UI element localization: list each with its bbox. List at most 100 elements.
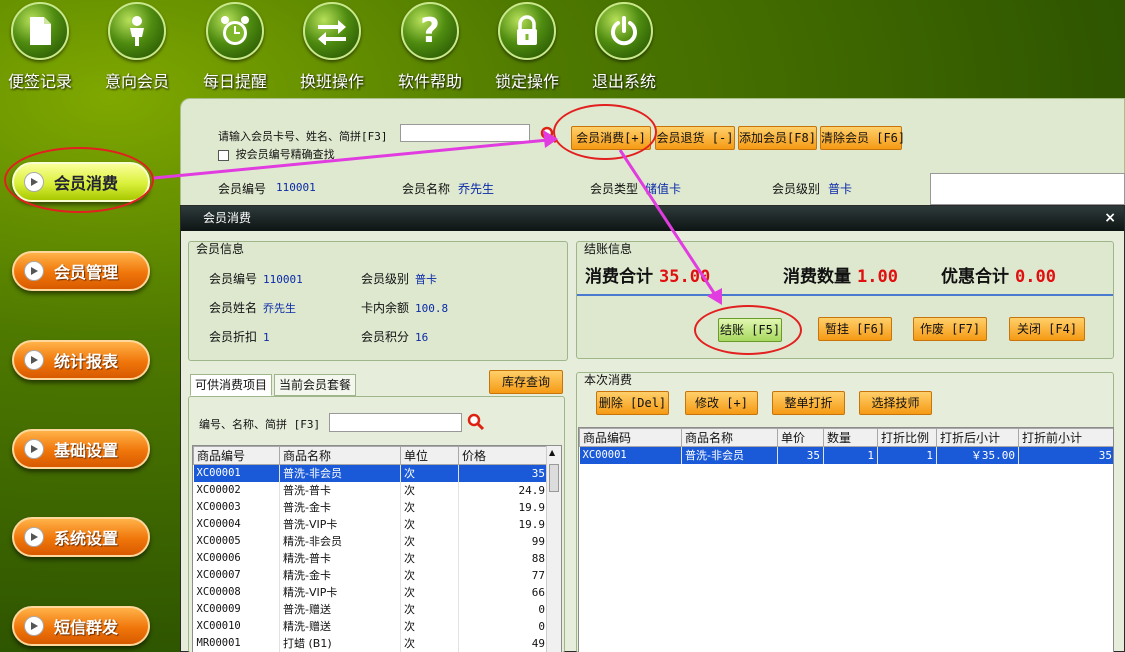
toolbar-lock-button[interactable]: 锁定操作 [487, 2, 567, 92]
table-cell: 次 [400, 464, 459, 482]
column-header[interactable]: 单价 [777, 428, 824, 447]
add-member-button[interactable]: 添加会员[F8] [738, 126, 817, 150]
table-row[interactable]: XC00005 精洗-非会员次 99 [193, 532, 549, 550]
magnifier-icon[interactable] [467, 413, 485, 434]
tab-available-items[interactable]: 可供消费项目 [190, 374, 273, 396]
table-row[interactable]: XC00008 精洗-VIP卡次 66 [193, 583, 549, 601]
sidebar-item-member-manage[interactable]: 会员管理 [12, 251, 150, 291]
table-cell: 普洗-非会员 [279, 464, 401, 482]
qty-label: 消费数量 [783, 267, 851, 287]
group-title: 会员信息 [196, 242, 245, 256]
clear-member-button[interactable]: 清除会员 [F6] [820, 126, 905, 150]
sidebar-item-label: 系统设置 [54, 529, 119, 548]
table-cell: 24.9 [458, 481, 549, 499]
table-cell: 打蜡 (B1) [279, 634, 401, 652]
table-cell: 19.9 [458, 498, 549, 516]
checkout-button[interactable]: 结账 [F5] [718, 318, 782, 342]
total-amount: 消费合计 35.00 [585, 262, 710, 287]
column-header[interactable]: 价格 [458, 446, 549, 465]
member-no-value: 110001 [276, 181, 316, 194]
current-consumption-group: 本次消费 删除 [Del] 修改 [+] 整单打折 选择技师 商品编码 商品名称单… [576, 372, 1114, 652]
table-row[interactable]: XC00006 精洗-普卡次 88 [193, 549, 549, 567]
toolbar-notes-button[interactable]: 便签记录 [0, 2, 80, 92]
edit-button[interactable]: 修改 [+] [685, 391, 758, 415]
tab-member-packages[interactable]: 当前会员套餐 [274, 374, 357, 396]
table-row[interactable]: XC00001 普洗-非会员 35 1 1 ￥35.00 35 [579, 446, 1113, 464]
member-info-group: 会员信息 会员编号 110001 会员级别 普卡 会员姓名 乔先生 卡内余额 100.8… [188, 241, 568, 361]
sidebar-item-label: 会员消费 [54, 174, 119, 193]
scroll-thumb[interactable] [549, 464, 559, 492]
stock-query-button[interactable]: 库存查询 [489, 370, 563, 394]
toolbar-prospect-button[interactable]: 意向会员 [97, 2, 177, 92]
table-cell: 0 [458, 617, 549, 635]
column-header[interactable]: 商品编码 [579, 428, 682, 447]
column-header[interactable]: 商品名称 [279, 446, 401, 465]
table-cell: 35 [777, 446, 824, 464]
magnifier-icon[interactable] [540, 126, 558, 147]
member-search-input[interactable] [400, 124, 530, 142]
items-scrollbar[interactable]: ▲ [546, 446, 561, 652]
table-cell: 次 [400, 532, 459, 550]
toolbar-exit-button[interactable]: 退出系统 [584, 2, 664, 92]
toolbar-label: 退出系统 [591, 72, 656, 91]
column-header[interactable]: 单位 [400, 446, 459, 465]
sidebar-item-basic-settings[interactable]: 基础设置 [12, 429, 150, 469]
table-cell: ￥35.00 [936, 446, 1019, 464]
play-icon [24, 172, 44, 192]
table-row[interactable]: XC00001 普洗-非会员次 35 [193, 464, 549, 482]
toolbar-shift-button[interactable]: 换班操作 [292, 2, 372, 92]
field-label: 会员折扣 [209, 330, 258, 344]
table-row[interactable]: MR00001 打蜡 (B1) 次 49 [193, 634, 549, 652]
divider [577, 294, 1113, 296]
table-row[interactable]: XC00004 普洗-VIP卡次 19.9 [193, 515, 549, 533]
discount-label: 优惠合计 [941, 267, 1009, 287]
table-cell: XC00006 [193, 549, 280, 567]
info-card-balance: 卡内余额 100.8 [361, 299, 448, 316]
select-technician-button[interactable]: 选择技师 [859, 391, 932, 415]
column-header[interactable]: 商品名称 [681, 428, 778, 447]
document-icon [11, 2, 69, 60]
delete-button[interactable]: 删除 [Del] [596, 391, 669, 415]
table-cell: 普洗-赠送 [279, 600, 401, 618]
member-consume-button[interactable]: 会员消费[+] [571, 126, 651, 150]
items-table: 商品编号 商品名称 单位 价格 XC00001 普洗-非会员次 35 XC00002 普洗-普… [192, 445, 562, 652]
swap-arrows-icon [303, 2, 361, 60]
sidebar-item-reports[interactable]: 统计报表 [12, 340, 150, 380]
table-row[interactable]: XC00009 普洗-赠送次 0 [193, 600, 549, 618]
table-cell: 普洗-金卡 [279, 498, 401, 516]
void-button[interactable]: 作废 [F7] [913, 317, 987, 341]
column-header[interactable]: 数量 [823, 428, 878, 447]
scroll-up-icon[interactable]: ▲ [549, 448, 555, 457]
info-member-no: 会员编号 110001 [209, 270, 303, 287]
table-row[interactable]: XC00002 普洗-普卡次 24.9 [193, 481, 549, 499]
table-cell: XC00005 [193, 532, 280, 550]
field-label: 卡内余额 [361, 301, 410, 315]
sidebar-item-system-settings[interactable]: 系统设置 [12, 517, 150, 557]
table-cell: 88 [458, 549, 549, 567]
member-consume-dialog: 会员消费 × 会员信息 会员编号 110001 会员级别 普卡 会员姓名 乔先生 卡内… [180, 205, 1125, 652]
column-header[interactable]: 商品编号 [193, 446, 280, 465]
sidebar-item-sms[interactable]: 短信群发 [12, 606, 150, 646]
field-value: 100.8 [415, 302, 449, 315]
close-button[interactable]: 关闭 [F4] [1009, 317, 1085, 341]
member-level-value: 普卡 [828, 182, 853, 196]
sidebar-item-member-consume[interactable]: 会员消费 [12, 162, 150, 202]
member-name-label: 会员名称 [402, 182, 451, 196]
hold-button[interactable]: 暂挂 [F6] [818, 317, 892, 341]
toolbar-help-button[interactable]: ? 软件帮助 [390, 2, 470, 92]
close-icon[interactable]: × [1104, 206, 1116, 231]
info-member-discount: 会员折扣 1 [209, 328, 270, 345]
column-header[interactable]: 打折前小计 [1018, 428, 1113, 447]
table-row[interactable]: XC00007 精洗-金卡次 77 [193, 566, 549, 584]
member-return-button[interactable]: 会员退货 [-] [655, 126, 735, 150]
table-row[interactable]: XC00003 普洗-金卡次 19.9 [193, 498, 549, 516]
column-header[interactable]: 打折比例 [877, 428, 937, 447]
table-row[interactable]: XC00010 精洗-赠送次 0 [193, 617, 549, 635]
table-cell: 精洗-普卡 [279, 549, 401, 567]
item-search-input[interactable] [329, 413, 462, 432]
toolbar-reminder-button[interactable]: 每日提醒 [195, 2, 275, 92]
exact-match-checkbox[interactable] [218, 149, 229, 161]
whole-discount-button[interactable]: 整单打折 [772, 391, 845, 415]
table-cell: 次 [400, 498, 459, 516]
column-header[interactable]: 打折后小计 [936, 428, 1019, 447]
